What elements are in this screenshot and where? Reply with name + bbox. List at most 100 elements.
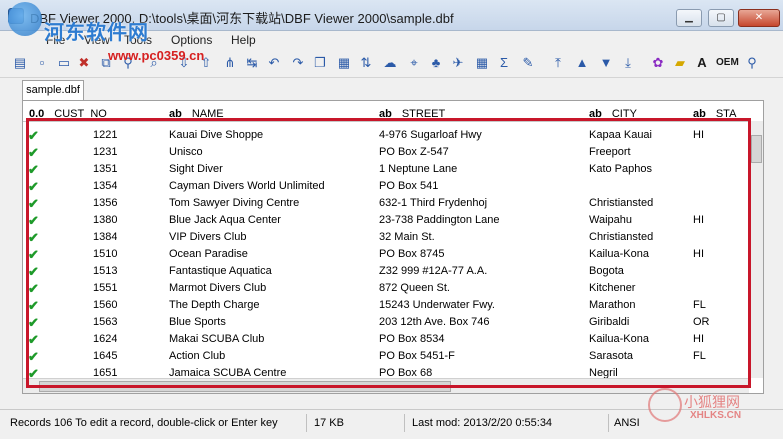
cell-city[interactable]: Sarasota xyxy=(589,350,689,362)
cell-name[interactable]: Makai SCUBA Club xyxy=(169,333,369,345)
cell-city[interactable]: Christiansted xyxy=(589,231,689,243)
cell-street[interactable]: PO Box 8534 xyxy=(379,333,579,345)
table-row[interactable]: ✔ 1380 Blue Jack Aqua Center 23-738 Padding… xyxy=(23,212,763,229)
cell-street[interactable]: 203 12th Ave. Box 746 xyxy=(379,316,579,328)
cell-street[interactable]: 32 Main St. xyxy=(379,231,579,243)
cell-name[interactable]: Unisco xyxy=(169,146,369,158)
cell-state[interactable]: HI xyxy=(693,333,704,345)
undo-icon[interactable]: ↶ xyxy=(266,55,282,71)
cell-name[interactable]: Action Club xyxy=(169,350,369,362)
cell-street[interactable]: PO Box Z-547 xyxy=(379,146,579,158)
table-row[interactable]: ✔ 1513 Fantastique Aquatica Z32 999 #12A-77… xyxy=(23,263,763,280)
cell-cust-no[interactable]: 1624 xyxy=(93,333,117,345)
cell-cust-no[interactable]: 1231 xyxy=(93,146,117,158)
open-folder-icon[interactable]: ▤ xyxy=(12,55,28,71)
cell-city[interactable]: Kailua-Kona xyxy=(589,248,689,260)
cell-state[interactable]: FL xyxy=(693,299,706,311)
cell-street[interactable]: 23-738 Paddington Lane xyxy=(379,214,579,226)
cell-name[interactable]: Ocean Paradise xyxy=(169,248,369,260)
sort-icon[interactable]: ⇅ xyxy=(358,55,374,71)
cell-name[interactable]: Cayman Divers World Unlimited xyxy=(169,180,369,192)
font-icon[interactable]: A xyxy=(694,55,710,71)
next-record-icon[interactable]: ▼ xyxy=(598,55,614,71)
cell-city[interactable]: Kapaa Kauai xyxy=(589,129,689,141)
cell-city[interactable]: Christiansted xyxy=(589,197,689,209)
replace-icon[interactable]: ↹ xyxy=(244,55,260,71)
vertical-scroll-thumb[interactable] xyxy=(751,135,762,163)
cell-state[interactable]: OR xyxy=(693,316,710,328)
column-header-street[interactable]: ab STREET xyxy=(379,108,445,120)
cell-city[interactable]: Kailua-Kona xyxy=(589,333,689,345)
cell-city[interactable]: Giribaldi xyxy=(589,316,689,328)
cell-cust-no[interactable]: 1354 xyxy=(93,180,117,192)
menu-help[interactable]: Help xyxy=(231,33,256,47)
cell-city[interactable]: Waipahu xyxy=(589,214,689,226)
table-row[interactable]: ✔ 1221 Kauai Dive Shoppe 4-976 Sugarloaf Hw… xyxy=(23,127,763,144)
cell-name[interactable]: The Depth Charge xyxy=(169,299,369,311)
oem-icon[interactable]: OEM xyxy=(716,55,739,71)
plane-icon[interactable]: ✈ xyxy=(450,55,466,71)
cell-name[interactable]: Tom Sawyer Diving Centre xyxy=(169,197,369,209)
table-row[interactable]: ✔ 1231 Unisco PO Box Z-547 Freeport xyxy=(23,144,763,161)
cell-street[interactable]: 1 Neptune Lane xyxy=(379,163,579,175)
column-header-state[interactable]: ab STA xyxy=(693,108,736,120)
cell-state[interactable]: FL xyxy=(693,350,706,362)
cell-street[interactable]: Z32 999 #12A-77 A.A. xyxy=(379,265,579,277)
table-row[interactable]: ✔ 1356 Tom Sawyer Diving Centre 632-1 Third… xyxy=(23,195,763,212)
palette-icon[interactable]: ✿ xyxy=(650,55,666,71)
pin-icon[interactable]: ⌖ xyxy=(406,55,422,71)
cell-name[interactable]: Blue Jack Aqua Center xyxy=(169,214,369,226)
column-header-city[interactable]: ab CITY xyxy=(589,108,637,120)
cell-city[interactable]: Marathon xyxy=(589,299,689,311)
cell-cust-no[interactable]: 1356 xyxy=(93,197,117,209)
cell-state[interactable]: HI xyxy=(693,248,704,260)
cell-street[interactable]: PO Box 541 xyxy=(379,180,579,192)
cell-city[interactable]: Bogota xyxy=(589,265,689,277)
brush-icon[interactable]: ✎ xyxy=(520,55,536,71)
cell-cust-no[interactable]: 1560 xyxy=(93,299,117,311)
cell-name[interactable]: Sight Diver xyxy=(169,163,369,175)
note-icon[interactable]: ▰ xyxy=(672,55,688,71)
cell-street[interactable]: 4-976 Sugarloaf Hwy xyxy=(379,129,579,141)
file-icon[interactable]: ▭ xyxy=(56,55,72,71)
cell-city[interactable]: Kitchener xyxy=(589,282,689,294)
cell-name[interactable]: Blue Sports xyxy=(169,316,369,328)
menu-options[interactable]: Options xyxy=(171,33,212,47)
calculator-icon[interactable]: ▦ xyxy=(336,55,352,71)
table-row[interactable]: ✔ 1560 The Depth Charge 15243 Underwater Fw… xyxy=(23,297,763,314)
cell-street[interactable]: 872 Queen St. xyxy=(379,282,579,294)
maximize-button[interactable]: ▢ xyxy=(708,9,734,27)
cell-city[interactable]: Freeport xyxy=(589,146,689,158)
column-header-cust-no[interactable]: 0.0 CUST_NO xyxy=(29,108,107,120)
table-row[interactable]: ✔ 1624 Makai SCUBA Club PO Box 8534 Kailua-K… xyxy=(23,331,763,348)
cell-cust-no[interactable]: 1645 xyxy=(93,350,117,362)
cell-cust-no[interactable]: 1513 xyxy=(93,265,117,277)
cell-cust-no[interactable]: 1563 xyxy=(93,316,117,328)
last-record-icon[interactable]: ⤓ xyxy=(620,55,636,71)
pin2-icon[interactable]: ⚲ xyxy=(744,55,760,71)
table-row[interactable]: ✔ 1354 Cayman Divers World Unlimited PO Box… xyxy=(23,178,763,195)
cell-street[interactable]: PO Box 8745 xyxy=(379,248,579,260)
grid-icon[interactable]: ▦ xyxy=(474,55,490,71)
cell-name[interactable]: Kauai Dive Shoppe xyxy=(169,129,369,141)
table-row[interactable]: ✔ 1645 Action Club PO Box 5451-F Sarasota FL xyxy=(23,348,763,365)
vertical-scrollbar[interactable] xyxy=(748,121,763,378)
cell-name[interactable]: Fantastique Aquatica xyxy=(169,265,369,277)
close-button[interactable]: ✕ xyxy=(738,9,780,27)
cell-street[interactable]: 632-1 Third Frydenhoj xyxy=(379,197,579,209)
cell-cust-no[interactable]: 1384 xyxy=(93,231,117,243)
prev-record-icon[interactable]: ▲ xyxy=(574,55,590,71)
duplicate-icon[interactable]: ❐ xyxy=(312,55,328,71)
cell-cust-no[interactable]: 1221 xyxy=(93,129,117,141)
table-row[interactable]: ✔ 1563 Blue Sports 203 12th Ave. Box 746 Gir… xyxy=(23,314,763,331)
cell-cust-no[interactable]: 1551 xyxy=(93,282,117,294)
new-file-icon[interactable]: ▫ xyxy=(34,55,50,71)
sum-icon[interactable]: Σ xyxy=(496,55,512,71)
horizontal-scroll-thumb[interactable] xyxy=(39,381,451,392)
cell-name[interactable]: Marmot Divers Club xyxy=(169,282,369,294)
table-row[interactable]: ✔ 1351 Sight Diver 1 Neptune Lane Kato Papho… xyxy=(23,161,763,178)
column-header-name[interactable]: ab NAME xyxy=(169,108,224,120)
table-row[interactable]: ✔ 1384 VIP Divers Club 32 Main St. Christian… xyxy=(23,229,763,246)
filter-icon[interactable]: ⋔ xyxy=(222,55,238,71)
comment-icon[interactable]: ☁ xyxy=(382,55,398,71)
